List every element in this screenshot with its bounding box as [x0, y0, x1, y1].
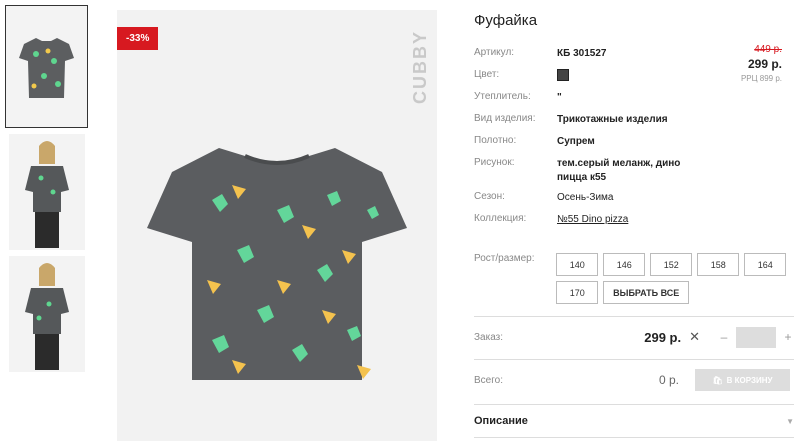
- attribute-fabric: Полотно: Супрем: [474, 135, 794, 157]
- thumbnail-shirt[interactable]: [5, 5, 88, 128]
- attribute-label: Цвет:: [474, 69, 500, 80]
- thumbnail-list: [5, 5, 88, 378]
- attribute-label: Рисунок:: [474, 157, 515, 168]
- size-options: 140 146 152 158 164 170 ВЫБРАТЬ ВСЕ: [556, 253, 794, 304]
- chevron-down-icon: ▼: [786, 416, 794, 426]
- size-button-146[interactable]: 146: [603, 253, 646, 276]
- tshirt-illustration: [147, 148, 407, 380]
- size-button-170[interactable]: 170: [556, 281, 599, 304]
- attribute-collection: Коллекция: №55 Dino pizza: [474, 213, 794, 235]
- old-price: 449 р.: [754, 44, 782, 55]
- thumbnail-model-side[interactable]: [9, 256, 85, 372]
- product-title: Фуфайка: [474, 12, 538, 29]
- size-button-140[interactable]: 140: [556, 253, 599, 276]
- total-label: Всего:: [474, 374, 503, 386]
- size-button-152[interactable]: 152: [650, 253, 693, 276]
- cart-icon: 🛍: [712, 375, 723, 385]
- quantity-input[interactable]: [736, 326, 776, 348]
- size-button-158[interactable]: 158: [697, 253, 740, 276]
- attribute-label: Вид изделия:: [474, 113, 536, 124]
- attribute-insulation: Утеплитель: ": [474, 91, 794, 113]
- divider: [474, 316, 794, 317]
- attribute-value: тем.серый меланж, дино пицца к55: [557, 158, 681, 183]
- attribute-type: Вид изделия: Трикотажные изделия: [474, 113, 794, 135]
- size-selector: Рост/размер: 140 146 152 158 164 170 ВЫБ…: [474, 253, 794, 304]
- attribute-label: Утеплитель:: [474, 91, 531, 102]
- attribute-label: Артикул:: [474, 47, 515, 58]
- size-button-164[interactable]: 164: [744, 253, 787, 276]
- total-value: 0 р.: [658, 373, 679, 387]
- attribute-label: Коллекция:: [474, 213, 527, 224]
- color-swatch[interactable]: [557, 69, 569, 81]
- collection-link[interactable]: №55 Dino pizza: [557, 213, 628, 227]
- order-price: 299 р.: [644, 329, 682, 345]
- attribute-label: Полотно:: [474, 135, 517, 146]
- select-all-button[interactable]: ВЫБРАТЬ ВСЕ: [603, 281, 690, 304]
- price-block: 449 р. 299 р. РРЦ 899 р.: [741, 44, 782, 83]
- attribute-label: Сезон:: [474, 191, 505, 202]
- thumbnail-model-front[interactable]: [9, 134, 85, 250]
- description-label: Описание: [474, 415, 528, 427]
- main-product-image: -33% CUBBY: [117, 10, 437, 441]
- order-label: Заказ:: [474, 331, 504, 343]
- increment-button[interactable]: +: [782, 330, 794, 344]
- quantity-stepper: – +: [718, 326, 794, 348]
- size-label: Рост/размер:: [474, 253, 535, 264]
- cart-button-label: В КОРЗИНУ: [726, 375, 773, 385]
- attribute-season: Сезон: Осень-Зима: [474, 191, 794, 213]
- rrp-price: РРЦ 899 р.: [740, 74, 782, 83]
- attribute-value: КБ 301527: [557, 48, 607, 59]
- attribute-pattern: Рисунок: тем.серый меланж, дино пицца к5…: [474, 157, 794, 191]
- new-price: 299 р.: [747, 57, 782, 71]
- attribute-value: Супрем: [557, 136, 595, 147]
- description-toggle[interactable]: Описание ▼: [474, 404, 794, 438]
- total-row: Всего: 0 р. 🛍 В КОРЗИНУ: [474, 364, 794, 396]
- attribute-value: Трикотажные изделия: [557, 114, 668, 125]
- add-to-cart-button[interactable]: 🛍 В КОРЗИНУ: [695, 369, 790, 391]
- order-row: Заказ: 299 р. ✕ – +: [474, 321, 794, 353]
- divider: [474, 359, 794, 360]
- attribute-value: ": [557, 92, 562, 103]
- product-details: Фуфайка 449 р. 299 р. РРЦ 899 р. Артикул…: [474, 0, 794, 438]
- decrement-button[interactable]: –: [718, 330, 730, 344]
- attribute-value: Осень-Зима: [557, 192, 614, 203]
- multiply-icon: ✕: [689, 329, 700, 344]
